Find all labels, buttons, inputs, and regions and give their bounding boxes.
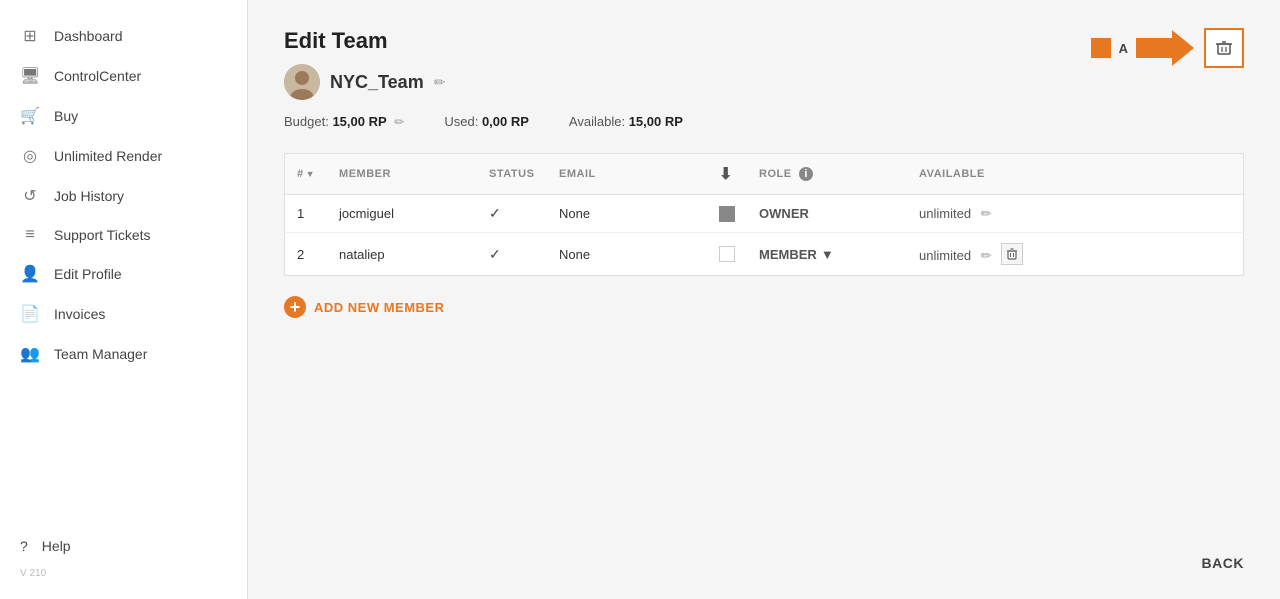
job-history-icon: ↺ — [20, 186, 40, 206]
sidebar-item-edit-profile[interactable]: 👤 Edit Profile — [0, 254, 247, 294]
sidebar-label-job-history: Job History — [54, 188, 124, 204]
sidebar-item-support-tickets[interactable]: ≡ Support Tickets — [0, 216, 247, 254]
sidebar-label-invoices: Invoices — [54, 306, 105, 322]
support-tickets-icon: ≡ — [20, 226, 40, 244]
orange-square-icon — [1091, 38, 1111, 58]
budget-row: Budget: 15,00 RP ✏ Used: 0,00 RP Availab… — [284, 114, 1244, 129]
budget-field: Budget: 15,00 RP ✏ — [284, 114, 404, 129]
cell-member-2: nataliep — [327, 233, 477, 276]
dashboard-icon: ⊞ — [20, 26, 40, 46]
sidebar-label-team-manager: Team Manager — [54, 346, 147, 362]
col-header-download[interactable]: ⬇ — [707, 154, 747, 195]
color-square-filled-1 — [719, 206, 735, 222]
sidebar-item-buy[interactable]: 🛒 Buy — [0, 96, 247, 136]
download-icon[interactable]: ⬇ — [719, 166, 733, 183]
cell-status-1: ✓ — [477, 195, 547, 233]
sidebar-item-invoices[interactable]: 📄 Invoices — [0, 294, 247, 334]
edit-profile-icon: 👤 — [20, 264, 40, 284]
sidebar: ⊞ Dashboard 🖥 ControlCenter 🛒 Buy ◎ Unli… — [0, 0, 248, 599]
add-member-label: ADD NEW MEMBER — [314, 300, 445, 315]
col-header-email: EMAIL — [547, 154, 707, 195]
available-field: Available: 15,00 RP — [569, 114, 683, 129]
members-table: # ▼ MEMBER STATUS EMAIL ⬇ ROLE i AVAILAB… — [284, 153, 1244, 276]
available-text-2: unlimited — [919, 248, 971, 263]
status-check-icon-2: ✓ — [489, 246, 501, 262]
budget-value: 15,00 RP — [332, 114, 386, 129]
sidebar-version: V 210 — [0, 564, 247, 583]
col-header-available: AVAILABLE — [907, 154, 1243, 195]
add-circle-icon: + — [284, 296, 306, 318]
delete-member-2-button[interactable] — [1001, 243, 1023, 265]
sidebar-item-controlcenter[interactable]: 🖥 ControlCenter — [0, 56, 247, 96]
sidebar-label-buy: Buy — [54, 108, 78, 124]
delete-team-button[interactable] — [1204, 28, 1244, 68]
back-button[interactable]: BACK — [1202, 555, 1244, 571]
sidebar-label-unlimited-render: Unlimited Render — [54, 148, 162, 164]
edit-available-1-icon[interactable]: ✏ — [981, 206, 992, 221]
sidebar-label-edit-profile: Edit Profile — [54, 266, 122, 282]
available-text-1: unlimited — [919, 206, 971, 221]
cell-email-1: None — [547, 195, 707, 233]
cell-member-1: jocmiguel — [327, 195, 477, 233]
role-dropdown-2[interactable]: MEMBER ▼ — [759, 247, 895, 262]
team-name-edit-icon[interactable]: ✏ — [434, 74, 446, 91]
sidebar-item-job-history[interactable]: ↺ Job History — [0, 176, 247, 216]
sort-arrow-icon: ▼ — [306, 169, 315, 179]
invoices-icon: 📄 — [20, 304, 40, 324]
sidebar-label-support-tickets: Support Tickets — [54, 227, 151, 243]
help-icon: ? — [20, 538, 28, 554]
arrow-right-icon — [1136, 30, 1196, 66]
role-badge-1: OWNER — [759, 206, 809, 221]
table-row: 2 nataliep ✓ None MEMBER ▼ unlimited ✏ — [285, 233, 1244, 276]
cell-role-2: MEMBER ▼ — [747, 233, 907, 276]
sidebar-label-controlcenter: ControlCenter — [54, 68, 141, 84]
cell-email-2: None — [547, 233, 707, 276]
team-header: NYC_Team ✏ — [284, 64, 1244, 100]
sidebar-label-help: Help — [42, 538, 71, 554]
col-header-status: STATUS — [477, 154, 547, 195]
sidebar-label-dashboard: Dashboard — [54, 28, 123, 44]
add-new-member-button[interactable]: + ADD NEW MEMBER — [284, 296, 445, 318]
sidebar-item-team-manager[interactable]: 👥 Team Manager — [0, 334, 247, 374]
team-avatar — [284, 64, 320, 100]
team-manager-icon: 👥 — [20, 344, 40, 364]
col-header-num[interactable]: # ▼ — [285, 154, 328, 195]
sidebar-item-dashboard[interactable]: ⊞ Dashboard — [0, 16, 247, 56]
cell-color-1 — [707, 195, 747, 233]
controlcenter-icon: 🖥 — [20, 66, 40, 86]
table-row: 1 jocmiguel ✓ None OWNER unlimited ✏ — [285, 195, 1244, 233]
color-square-empty-2 — [719, 246, 735, 262]
user-initial: A — [1119, 41, 1128, 56]
sort-num[interactable]: # ▼ — [297, 168, 315, 180]
main-content: A Edit Team NYC_Team — [248, 0, 1280, 599]
used-value: 0,00 RP — [482, 114, 529, 129]
available-value: 15,00 RP — [629, 114, 683, 129]
cell-color-2 — [707, 233, 747, 276]
add-member-row: + ADD NEW MEMBER — [284, 296, 1244, 318]
cell-role-1: OWNER — [747, 195, 907, 233]
status-check-icon-1: ✓ — [489, 205, 501, 221]
buy-icon: 🛒 — [20, 106, 40, 126]
col-header-role: ROLE i — [747, 154, 907, 195]
role-info-icon[interactable]: i — [799, 167, 813, 181]
col-header-member: MEMBER — [327, 154, 477, 195]
cell-num-1: 1 — [285, 195, 328, 233]
cell-available-2: unlimited ✏ — [907, 233, 1243, 276]
cell-num-2: 2 — [285, 233, 328, 276]
cell-status-2: ✓ — [477, 233, 547, 276]
top-right-controls: A — [1091, 28, 1244, 68]
unlimited-render-icon: ◎ — [20, 146, 40, 166]
budget-edit-icon[interactable]: ✏ — [394, 115, 404, 129]
sidebar-item-unlimited-render[interactable]: ◎ Unlimited Render — [0, 136, 247, 176]
role-dropdown-arrow-icon: ▼ — [821, 247, 834, 262]
team-name: NYC_Team — [330, 72, 424, 93]
edit-available-2-icon[interactable]: ✏ — [981, 248, 992, 263]
used-field: Used: 0,00 RP — [444, 114, 529, 129]
cell-available-1: unlimited ✏ — [907, 195, 1243, 233]
sidebar-item-help[interactable]: ? Help — [0, 528, 247, 564]
